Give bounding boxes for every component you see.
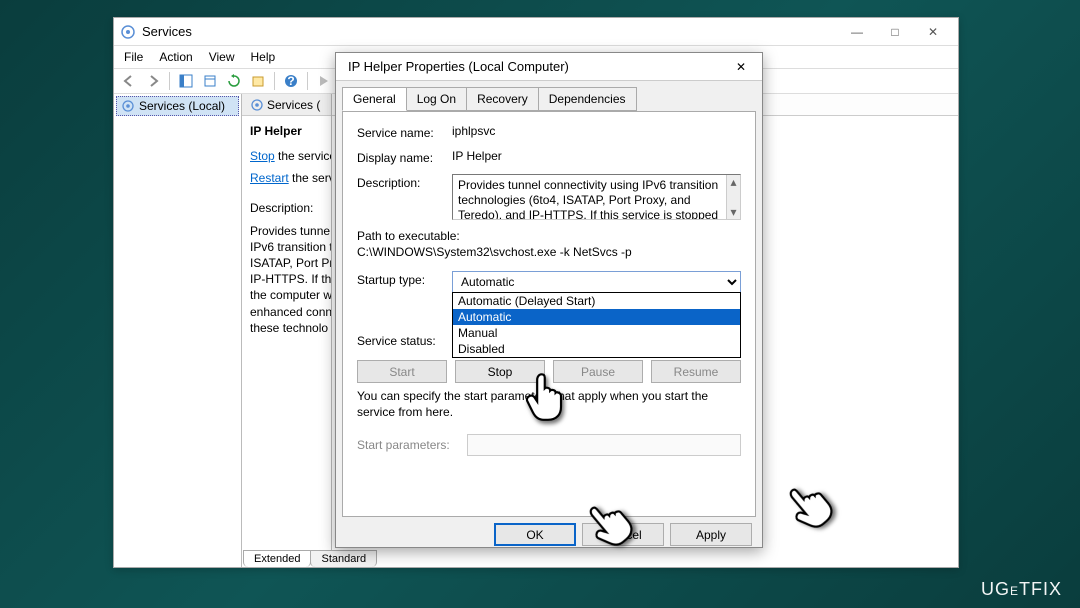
tab-extended[interactable]: Extended — [243, 550, 311, 567]
path-value: C:\WINDOWS\System32\svchost.exe -k NetSv… — [357, 245, 741, 259]
pause-button[interactable]: Pause — [553, 360, 643, 383]
minimize-button[interactable]: — — [838, 21, 876, 43]
window-titlebar: Services — □ ✕ — [114, 18, 958, 46]
detail-panel: Services ( IP Helper Stop the service Re… — [242, 94, 332, 567]
menu-help[interactable]: Help — [243, 48, 284, 66]
tab-general[interactable]: General — [342, 87, 407, 111]
forward-button[interactable] — [142, 70, 164, 92]
detail-header: Services ( — [242, 94, 331, 116]
menu-action[interactable]: Action — [151, 48, 200, 66]
refresh-button[interactable] — [223, 70, 245, 92]
tab-logon[interactable]: Log On — [406, 87, 467, 111]
startup-type-label: Startup type: — [357, 271, 452, 293]
resume-button[interactable]: Resume — [651, 360, 741, 383]
menu-file[interactable]: File — [116, 48, 151, 66]
stop-button[interactable]: Stop — [455, 360, 545, 383]
startup-option-disabled[interactable]: Disabled — [453, 341, 740, 357]
stop-link[interactable]: Stop — [250, 149, 275, 163]
close-window-button[interactable]: ✕ — [914, 21, 952, 43]
service-name-heading: IP Helper — [250, 124, 323, 138]
startup-option-delayed[interactable]: Automatic (Delayed Start) — [453, 293, 740, 309]
gear-icon — [121, 99, 135, 113]
description-scrollbar[interactable]: ▴▾ — [726, 175, 740, 219]
properties-toolbar-button[interactable] — [199, 70, 221, 92]
service-name-value: iphlpsvc — [452, 124, 741, 140]
start-button[interactable]: Start — [357, 360, 447, 383]
watermark: UGETFIX — [981, 579, 1062, 600]
ok-button[interactable]: OK — [494, 523, 576, 546]
tree-node-label: Services (Local) — [139, 99, 225, 113]
description-text: Provides tunne IPv6 transition t ISATAP,… — [250, 223, 323, 336]
cancel-button[interactable]: Cancel — [582, 523, 664, 546]
apply-button[interactable]: Apply — [670, 523, 752, 546]
startup-option-manual[interactable]: Manual — [453, 325, 740, 341]
help-button[interactable]: ? — [280, 70, 302, 92]
gear-icon — [250, 98, 264, 112]
export-button[interactable] — [247, 70, 269, 92]
maximize-button[interactable]: □ — [876, 21, 914, 43]
window-title: Services — [142, 24, 838, 39]
show-hide-tree-button[interactable] — [175, 70, 197, 92]
service-name-label: Service name: — [357, 124, 452, 140]
tree-node-services-local[interactable]: Services (Local) — [116, 96, 239, 116]
menu-view[interactable]: View — [201, 48, 243, 66]
description-label: Description: — [357, 174, 452, 220]
services-icon — [120, 24, 136, 40]
dialog-title: IP Helper Properties (Local Computer) — [342, 59, 726, 74]
startup-type-select[interactable]: Automatic — [452, 271, 741, 293]
start-params-input[interactable] — [467, 434, 741, 456]
svg-text:?: ? — [287, 74, 294, 88]
startup-option-automatic[interactable]: Automatic — [453, 309, 740, 325]
properties-dialog: IP Helper Properties (Local Computer) ✕ … — [335, 52, 763, 548]
display-name-value: IP Helper — [452, 149, 741, 165]
back-button[interactable] — [118, 70, 140, 92]
path-label: Path to executable: — [357, 229, 741, 243]
service-status-label: Service status: — [357, 332, 452, 348]
tree-panel: Services (Local) — [114, 94, 242, 567]
description-label: Description: — [250, 200, 323, 216]
start-service-button[interactable] — [313, 70, 335, 92]
dialog-close-button[interactable]: ✕ — [726, 56, 756, 78]
start-params-note: You can specify the start parameters tha… — [357, 389, 741, 420]
start-params-label: Start parameters: — [357, 438, 467, 452]
tab-recovery[interactable]: Recovery — [466, 87, 539, 111]
tab-dependencies[interactable]: Dependencies — [538, 87, 637, 111]
display-name-label: Display name: — [357, 149, 452, 165]
description-box: Provides tunnel connectivity using IPv6 … — [452, 174, 741, 220]
dialog-tabs: General Log On Recovery Dependencies — [336, 81, 762, 111]
restart-link[interactable]: Restart — [250, 171, 289, 185]
startup-type-dropdown: Automatic (Delayed Start) Automatic Manu… — [452, 292, 741, 358]
